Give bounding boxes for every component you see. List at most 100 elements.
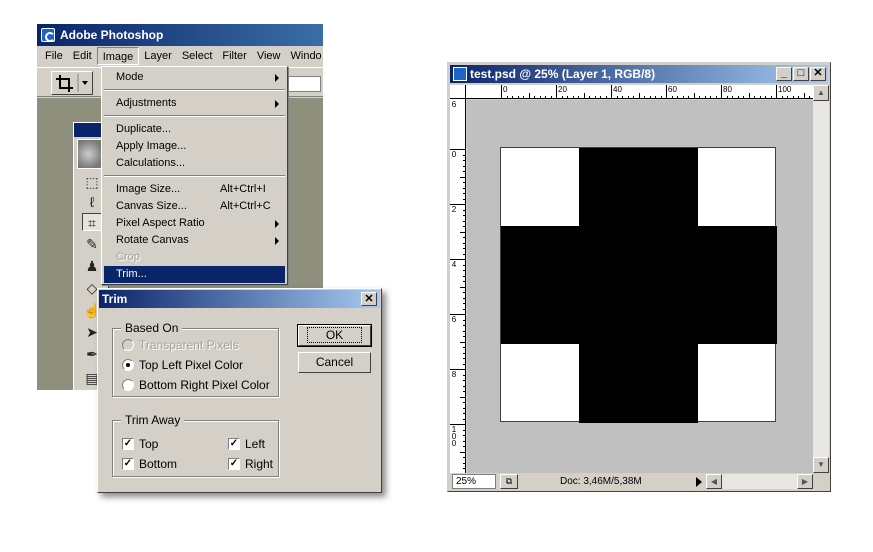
zoom-field[interactable]: 25% (452, 474, 496, 489)
menu-window[interactable]: Windo (286, 47, 324, 65)
radio-button[interactable] (122, 379, 134, 391)
trim-away-label: Trim Away (121, 413, 185, 427)
radio-label: Bottom Right Pixel Color (139, 378, 270, 392)
checkbox-bottom[interactable]: ✓ Bottom (122, 457, 177, 471)
ruler-label: 80 (723, 85, 732, 94)
dialog-title-bar: Trim ✕ (99, 290, 380, 308)
menu-item-apply-image[interactable]: Apply Image... (104, 138, 285, 155)
menu-item-label: Adjustments (116, 97, 177, 109)
menu-item-label: Pixel Aspect Ratio (116, 217, 205, 229)
healing-brush-icon[interactable]: ✎ (82, 235, 102, 253)
ruler-label: 2 (451, 205, 457, 214)
ruler-label: 60 (668, 85, 677, 94)
lasso-tool-icon[interactable]: ℓ (82, 193, 102, 211)
trim-dialog: Trim ✕ Based On Transparent Pixels Top L… (97, 288, 382, 493)
document-title-bar: test.psd @ 25% (Layer 1, RGB/8) _ □ ✕ (450, 65, 828, 83)
radio-top-left-pixel-color[interactable]: Top Left Pixel Color (122, 358, 243, 372)
radio-transparent-pixels: Transparent Pixels (122, 338, 239, 352)
based-on-label: Based On (121, 321, 183, 335)
crop-tool-icon[interactable]: ⌗ (82, 213, 102, 231)
menu-item-label: Canvas Size... (116, 200, 187, 212)
menu-item-mode[interactable]: Mode (104, 69, 285, 86)
menu-item-shortcut: Alt+Ctrl+I (220, 183, 266, 195)
submenu-arrow-icon (275, 100, 279, 108)
menu-item-label: Trim... (116, 268, 147, 280)
menu-item-rotate-canvas[interactable]: Rotate Canvas (104, 232, 285, 249)
radio-label: Top Left Pixel Color (139, 358, 244, 372)
scroll-down-icon[interactable]: ▼ (813, 457, 829, 473)
crop-icon (56, 74, 88, 92)
radio-button[interactable] (122, 359, 134, 371)
menu-item-label: Rotate Canvas (116, 234, 189, 246)
maximize-button[interactable]: □ (793, 67, 809, 81)
checkbox[interactable]: ✓ (228, 438, 240, 450)
menu-image[interactable]: Image (96, 47, 140, 65)
navigator-icon[interactable]: ⧉ (500, 474, 518, 489)
menu-item-trim[interactable]: Trim... (104, 266, 285, 283)
ruler-label: 4 (451, 260, 457, 269)
menu-item-label: Crop (116, 251, 140, 263)
ruler-label: 6 (451, 315, 457, 324)
stamp-tool-icon[interactable]: ♟ (82, 257, 102, 275)
ruler-ticks (501, 85, 810, 98)
close-button[interactable]: ✕ (810, 67, 826, 81)
menu-edit[interactable]: Edit (68, 47, 97, 65)
vertical-scrollbar[interactable]: ▲ ▼ (813, 85, 829, 473)
menu-view[interactable]: View (252, 47, 286, 65)
checkbox-right[interactable]: ✓ Right (228, 457, 273, 471)
vertical-ruler[interactable]: 6 0 2 4 6 8 1 0 0 (450, 99, 466, 473)
menu-item-label: Image Size... (116, 183, 181, 195)
ruler-origin[interactable] (450, 85, 466, 99)
checkbox[interactable]: ✓ (122, 458, 134, 470)
checkbox-label: Right (245, 457, 274, 471)
checkbox[interactable]: ✓ (122, 438, 134, 450)
checkbox-left[interactable]: ✓ Left (228, 437, 265, 451)
scroll-up-icon[interactable]: ▲ (813, 85, 829, 101)
doc-size: Doc: 3,46M/5,38M (560, 476, 642, 487)
scroll-right-icon[interactable]: ▶ (797, 474, 813, 489)
menu-item-label: Apply Image... (116, 140, 187, 152)
menu-separator (104, 175, 285, 177)
menu-item-image-size[interactable]: Image Size... Alt+Ctrl+I (104, 181, 285, 198)
ruler-label: 0 (503, 85, 508, 94)
menu-item-calculations[interactable]: Calculations... (104, 155, 285, 172)
ruler-label: 40 (613, 85, 622, 94)
menu-file[interactable]: File (40, 47, 68, 65)
minimize-button[interactable]: _ (776, 67, 792, 81)
horizontal-scrollbar[interactable]: ◀ ▶ (706, 474, 813, 489)
menu-item-crop: Crop (104, 249, 285, 266)
menu-filter[interactable]: Filter (217, 47, 251, 65)
checkbox[interactable]: ✓ (228, 458, 240, 470)
ruler-label: 0 (451, 150, 457, 159)
menu-item-label: Duplicate... (116, 123, 172, 135)
menu-item-label: Mode (116, 71, 144, 83)
tool-preset-picker[interactable] (51, 71, 93, 95)
menu-layer[interactable]: Layer (139, 47, 177, 65)
close-icon[interactable]: ✕ (361, 292, 377, 306)
menu-item-pixel-aspect-ratio[interactable]: Pixel Aspect Ratio (104, 215, 285, 232)
horizontal-ruler[interactable]: 0 20 40 60 80 100 (466, 85, 813, 99)
ruler-label: 1 0 0 (451, 425, 457, 448)
document-title: test.psd @ 25% (Layer 1, RGB/8) (470, 67, 656, 81)
submenu-arrow-icon (275, 74, 279, 82)
menu-separator (104, 115, 285, 117)
menu-item-shortcut: Alt+Ctrl+C (220, 200, 271, 212)
image-canvas[interactable] (500, 147, 777, 423)
cancel-button[interactable]: Cancel (298, 352, 371, 373)
status-menu-arrow-icon[interactable] (696, 477, 702, 487)
menu-item-adjustments[interactable]: Adjustments (104, 95, 285, 112)
options-field[interactable] (287, 76, 321, 92)
checkbox-top[interactable]: ✓ Top (122, 437, 158, 451)
radio-bottom-right-pixel-color[interactable]: Bottom Right Pixel Color (122, 378, 270, 392)
ok-button-label: OK (306, 327, 363, 343)
menu-select[interactable]: Select (177, 47, 218, 65)
ok-button[interactable]: OK (297, 324, 372, 347)
app-title-bar: Adobe Photoshop (37, 24, 323, 46)
scroll-left-icon[interactable]: ◀ (706, 474, 722, 489)
marquee-tool-icon[interactable]: ⬚ (82, 173, 102, 191)
menu-item-duplicate[interactable]: Duplicate... (104, 121, 285, 138)
menu-item-canvas-size[interactable]: Canvas Size... Alt+Ctrl+C (104, 198, 285, 215)
document-window: test.psd @ 25% (Layer 1, RGB/8) _ □ ✕ 0 … (447, 62, 831, 492)
menubar: File Edit Image Layer Select Filter View… (37, 46, 323, 66)
ruler-label: 100 (778, 85, 792, 94)
